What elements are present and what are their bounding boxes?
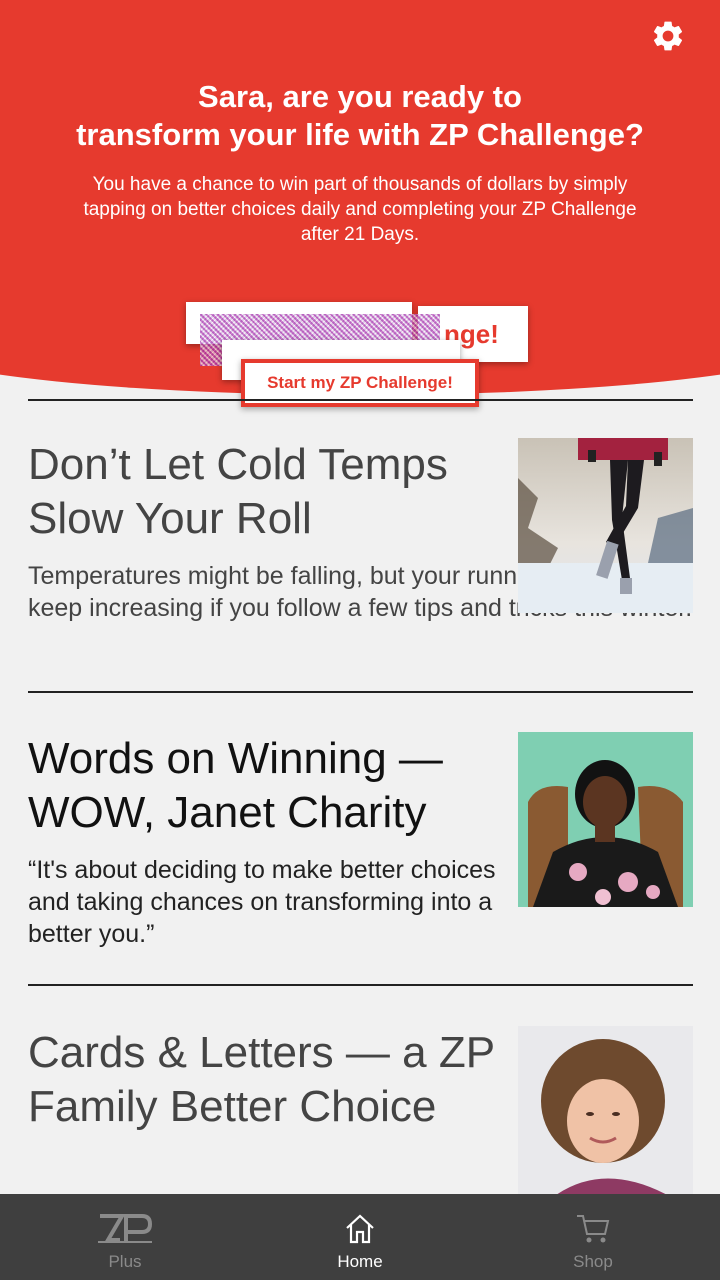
challenge-banner: Sara, are you ready to transform your li… bbox=[0, 0, 720, 395]
woman-portrait[interactable] bbox=[518, 1026, 693, 1194]
nav-label-home: Home bbox=[337, 1252, 383, 1271]
divider bbox=[28, 399, 693, 401]
runner-in-snow-photo[interactable] bbox=[518, 438, 693, 613]
article-card[interactable]: Words on Winning — WOW, Janet Charity “I… bbox=[28, 732, 693, 962]
bottom-navigation: Plus Home Shop bbox=[0, 1194, 720, 1280]
article-title[interactable]: Don’t Let Cold Temps Slow Your Roll bbox=[28, 438, 498, 546]
nav-label-shop: Shop bbox=[573, 1252, 613, 1271]
divider bbox=[28, 691, 693, 693]
article-title[interactable]: Cards & Letters — a ZP Family Better Cho… bbox=[28, 1026, 498, 1134]
banner-title: Sara, are you ready to transform your li… bbox=[20, 78, 700, 154]
nav-item-plus[interactable]: Plus bbox=[5, 1194, 245, 1280]
divider bbox=[28, 984, 693, 986]
nav-label-plus: Plus bbox=[108, 1252, 142, 1271]
article-card[interactable]: Cards & Letters — a ZP Family Better Cho… bbox=[28, 1026, 693, 1196]
gear-icon[interactable] bbox=[650, 18, 686, 54]
banner-title-line2: transform your life with ZP Challenge? bbox=[76, 117, 644, 152]
article-title[interactable]: Words on Winning — WOW, Janet Charity bbox=[28, 732, 498, 840]
article-card[interactable]: Don’t Let Cold Temps Slow Your Roll Temp… bbox=[28, 438, 693, 668]
article-summary-text: “It's about deciding to make better choi… bbox=[28, 856, 496, 948]
home-icon bbox=[346, 1214, 374, 1244]
banner-subtitle: You have a chance to win part of thousan… bbox=[83, 174, 637, 245]
nav-item-shop[interactable]: Shop bbox=[473, 1194, 713, 1280]
zp-logo-icon bbox=[98, 1214, 153, 1243]
nav-item-home[interactable]: Home bbox=[240, 1194, 480, 1280]
janet-charity-portrait[interactable] bbox=[518, 732, 693, 907]
cart-icon bbox=[577, 1215, 610, 1243]
article-summary: “It's about deciding to make better choi… bbox=[28, 854, 498, 950]
banner-title-line1: Sara, are you ready to bbox=[198, 79, 522, 114]
